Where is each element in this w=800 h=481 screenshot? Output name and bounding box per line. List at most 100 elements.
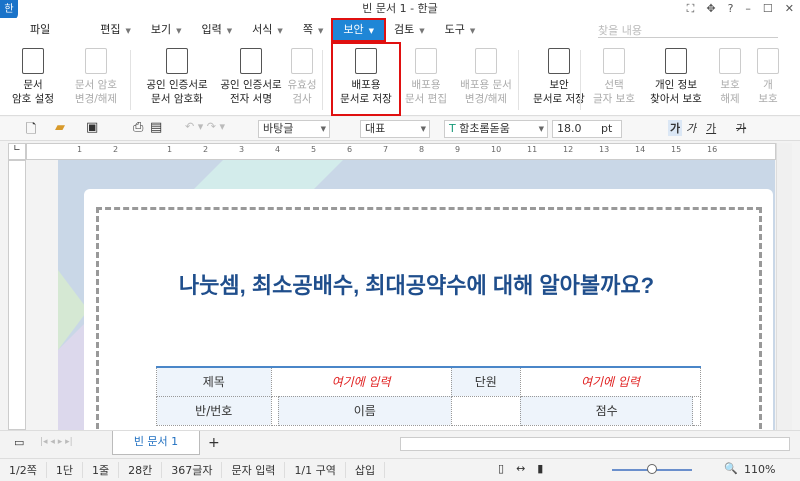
status-line: 1줄 [83, 462, 120, 478]
info-table: 제목 여기에 입력 단원 여기에 입력 반/번호 이름 점수 [156, 366, 702, 426]
undo-icon[interactable]: ↶ ▾ ↷ ▾ [185, 120, 225, 133]
open-folder-icon[interactable]: ▰ [55, 120, 65, 135]
print-icon[interactable]: ⎙ [133, 120, 143, 135]
chevron-down-icon: ▼ [317, 27, 324, 35]
ribbon-button-4[interactable]: 유효성 검사 [282, 48, 322, 106]
menu-6[interactable]: 보안 ▼ [331, 18, 386, 42]
add-tab-button[interactable]: + [208, 435, 220, 451]
document-area[interactable]: 나눗셈, 최소공배수, 최대공약수에 대해 알아볼까요? 제목 여기에 입력 단… [58, 160, 775, 430]
ribbon-button-5[interactable]: 배포용 문서로 저장 [331, 42, 401, 116]
bold-button[interactable]: 가 [668, 120, 683, 136]
chevron-down-icon: ▼ [419, 27, 425, 35]
menu-8[interactable]: 도구 ▼ [435, 20, 486, 40]
minimize-button[interactable]: – [745, 0, 751, 18]
ribbon-button-2[interactable]: 공인 인증서로 문서 암호화 [140, 48, 214, 106]
unit-input-cell[interactable]: 여기에 입력 [519, 366, 702, 397]
ribbon-separator [322, 50, 323, 110]
status-insert[interactable]: 삽입 [346, 462, 386, 478]
menu-5[interactable]: 쪽 ▼ [293, 20, 334, 40]
status-chars: 367글자 [162, 462, 223, 478]
italic-button[interactable]: 가 [686, 120, 696, 136]
preview-icon[interactable]: ▤ [150, 120, 162, 135]
ribbon-button-6[interactable]: 배포용 문서 편집 [402, 48, 450, 106]
vertical-ruler[interactable] [8, 160, 26, 430]
search-input[interactable]: 찾을 내용 [598, 22, 778, 38]
ribbon-label-1: 개인 정보 [655, 79, 697, 91]
maximize-button[interactable]: ☐ [763, 0, 773, 18]
menu-7[interactable]: 검토 ▼ [384, 20, 435, 40]
zoom-level[interactable]: 110% [744, 463, 775, 476]
document-security-icon [22, 48, 44, 74]
status-page[interactable]: 1/2쪽 [0, 462, 47, 478]
menu-3[interactable]: 입력 ▼ [192, 20, 243, 40]
full-view-button[interactable]: ▮ [537, 462, 543, 475]
zoom-icon[interactable]: 🔍 [724, 462, 738, 475]
ribbon-button-12[interactable]: 개 보호 [756, 48, 780, 106]
zoom-slider-handle[interactable] [647, 464, 657, 474]
ribbon-label-1: 배포용 [351, 79, 381, 91]
strike-button[interactable]: 가 [736, 120, 746, 136]
horizontal-scrollbar[interactable] [400, 437, 790, 451]
name-cell[interactable] [450, 395, 521, 426]
ribbon-button-1[interactable]: 문서 암호 변경/해제 [66, 48, 126, 106]
ribbon: 문서 암호 설정 문서 암호 변경/해제 공인 인증서로 문서 암호화 공인 인증서로 전자 … [0, 42, 800, 116]
ruler-tick: 10 [491, 145, 502, 154]
underline-button[interactable]: 가 [706, 120, 716, 136]
ruler-tick: 1 [167, 145, 173, 154]
ruler-tick: 8 [419, 145, 425, 154]
document-security-icon [665, 48, 687, 74]
app-logo[interactable]: 한 [0, 0, 18, 20]
page-view-button[interactable]: ▯ [498, 462, 504, 475]
ruler-tick: 1 [77, 145, 83, 154]
font-size-input[interactable]: 18.0 pt [552, 120, 622, 138]
title-input-cell[interactable]: 여기에 입력 [270, 366, 452, 397]
ribbon-label-1: 문서 암호 [75, 79, 117, 91]
style-select[interactable]: 바탕글 ▼ [258, 120, 330, 138]
ribbon-label-2: 변경/해제 [464, 93, 508, 105]
menu-0[interactable]: 파일 [20, 20, 60, 40]
close-button[interactable]: ✕ [785, 0, 794, 18]
move-icon[interactable]: ✥ [706, 0, 715, 18]
ruler-tab-selector[interactable]: ∟ [8, 143, 26, 160]
ribbon-label-1: 선택 [604, 79, 624, 91]
help-icon[interactable]: ? [728, 0, 734, 18]
ribbon-button-0[interactable]: 문서 암호 설정 [8, 48, 58, 106]
page-view-icon[interactable]: ▭ [14, 436, 24, 449]
ribbon-label-2: 글자 보호 [593, 93, 635, 105]
format-toolbar: 🗋 ▰ ▣ ⎙ ▤ ↶ ▾ ↷ ▾ 바탕글 ▼ 대표 ▼ T 함초롬돋움 ▼ 18.0… [0, 117, 800, 141]
width-view-button[interactable]: ↔ [516, 462, 525, 475]
ruler-tick: 6 [347, 145, 353, 154]
horizontal-ruler[interactable]: 2 1 1 2 3 4 5 6 7 8 9 10 11 12 13 14 15 16 [26, 143, 776, 160]
zoom-slider[interactable] [612, 464, 692, 474]
font-select[interactable]: T 함초롬돋움 ▼ [444, 120, 548, 138]
menu-4[interactable]: 서식 ▼ [242, 20, 293, 40]
ruler-tick: 15 [671, 145, 682, 154]
ruler-tick: 9 [455, 145, 461, 154]
chevron-down-icon: ▼ [176, 27, 182, 35]
tab-document-1[interactable]: 빈 문서 1 [112, 431, 200, 455]
size-value: 18.0 [557, 122, 582, 135]
ribbon-label-2: 해제 [720, 93, 740, 105]
window-controls: ⛶ ✥ ? – ☐ ✕ [687, 0, 794, 18]
menu-2[interactable]: 보기 ▼ [141, 20, 192, 40]
ruler-tick: 2 [113, 145, 119, 154]
document-title[interactable]: 나눗셈, 최소공배수, 최대공약수에 대해 알아볼까요? [58, 268, 775, 300]
menu-1[interactable]: 편집 ▼ [90, 20, 141, 40]
class-number-cell[interactable] [270, 395, 280, 426]
ribbon-button-11[interactable]: 보호 해제 [712, 48, 748, 106]
new-document-icon[interactable]: 🗋 [26, 120, 36, 142]
ribbon-button-3[interactable]: 공인 인증서로 전자 서명 [214, 48, 288, 106]
language-select[interactable]: 대표 ▼ [360, 120, 430, 138]
label-title: 제목 [156, 366, 272, 397]
ruler-tick: 2 [203, 145, 209, 154]
menu-label: 파일 [30, 23, 51, 36]
vertical-scrollbar[interactable] [776, 143, 792, 430]
menu-label: 쪽 [302, 23, 313, 36]
save-icon[interactable]: ▣ [86, 120, 98, 135]
tab-nav-arrows[interactable]: |◂ ◂ ▸ ▸| [40, 437, 73, 447]
fullscreen-icon[interactable]: ⛶ [687, 0, 695, 18]
score-cell[interactable] [692, 395, 701, 426]
ribbon-button-7[interactable]: 배포용 문서 변경/해제 [453, 48, 519, 106]
ribbon-button-9[interactable]: 선택글자 보호 [590, 48, 638, 106]
ribbon-button-10[interactable]: 개인 정보 찾아서 보호 [645, 48, 707, 106]
